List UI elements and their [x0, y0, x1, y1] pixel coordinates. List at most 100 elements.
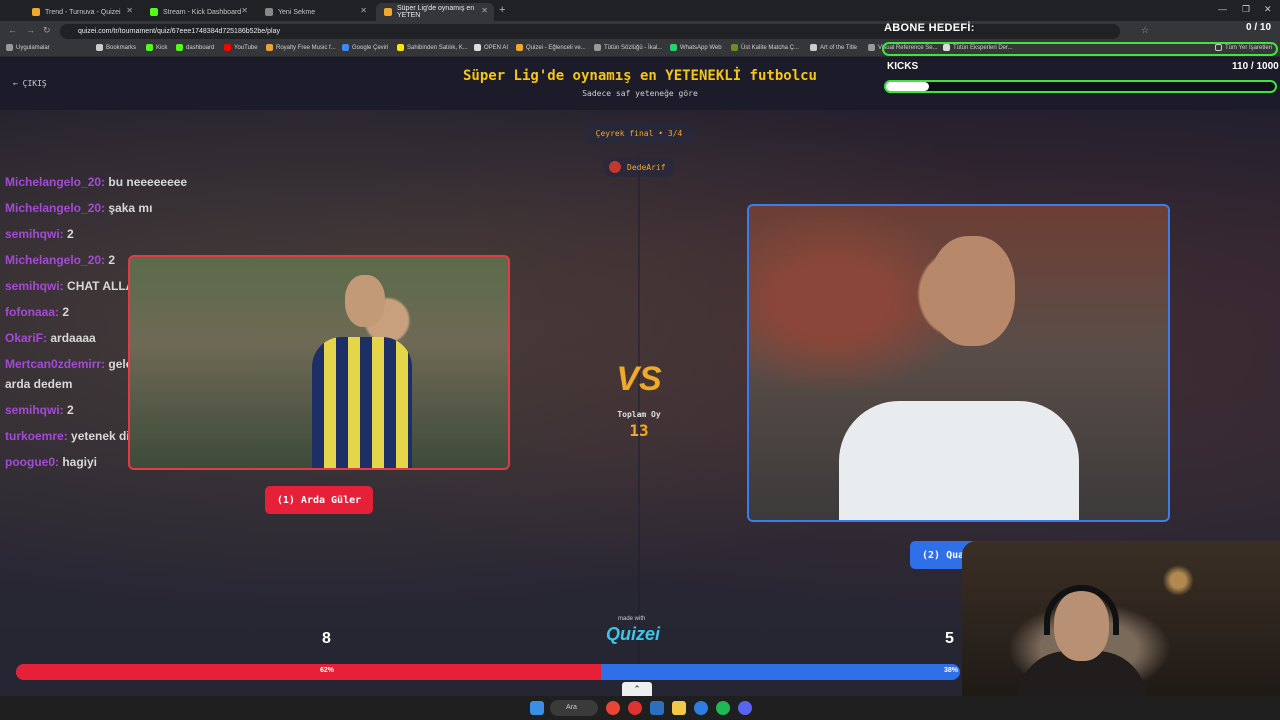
bookmark-whatsapp[interactable]: WhatsApp Web	[670, 44, 722, 51]
site-icon	[868, 44, 875, 51]
chat-text: 2	[67, 227, 74, 241]
chat-message: Michelangelo_20: 2	[5, 253, 115, 267]
quizei-icon	[384, 8, 392, 16]
kick-icon	[146, 44, 153, 51]
chat-message: semihqwi: 2	[5, 227, 74, 241]
tab-kick-dashboard[interactable]: Stream - Kick Dashboard ✕	[142, 3, 254, 21]
youtube-icon	[224, 44, 231, 51]
bookmark-dashboard[interactable]: dashboard	[176, 44, 214, 51]
user-name: DedeArif	[627, 162, 666, 172]
back-icon[interactable]: ←	[8, 25, 17, 35]
translate-icon	[342, 44, 349, 51]
kicks-progress-bar	[884, 80, 1277, 93]
chat-username: Michelangelo_20:	[5, 175, 106, 189]
bookmark-bookmarks[interactable]: Bookmarks	[96, 44, 136, 51]
bookmark-quizei[interactable]: Quizei - Eğlenceli ve...	[516, 44, 586, 51]
app-icon[interactable]	[694, 701, 708, 715]
app-icon[interactable]	[628, 701, 642, 715]
bookmark-translate[interactable]: Google Çeviri	[342, 44, 388, 51]
user-badge: DedeArif	[603, 157, 675, 177]
bookmark-tutun[interactable]: Tütün Sözlüğü - İkal...	[594, 44, 662, 51]
bookmark-matcha[interactable]: Üst Kalite Matcha Ç...	[731, 44, 799, 51]
total-votes-value: 13	[629, 421, 649, 440]
site-icon	[810, 44, 817, 51]
windows-start-icon[interactable]	[530, 701, 544, 715]
chat-text: arda dedem	[5, 377, 73, 391]
chat-message: OkariF: ardaaaa	[5, 331, 96, 345]
chevron-up-icon[interactable]: ⌃	[622, 682, 652, 696]
bookmark-art-of-title[interactable]: Art of the Title	[810, 44, 857, 51]
player-head	[929, 236, 1015, 346]
close-icon[interactable]: ✕	[126, 6, 133, 15]
chat-username: Michelangelo_20:	[5, 253, 106, 267]
chrome-icon[interactable]	[606, 701, 620, 715]
avatar	[609, 161, 621, 173]
option-card-right[interactable]	[747, 204, 1170, 522]
right-percent: 38%	[944, 667, 959, 674]
kicks-progress-fill	[886, 82, 929, 91]
vote-bar: 62% 38%	[16, 664, 960, 680]
kicks-count: 110 / 1000	[1232, 61, 1279, 72]
chat-message: poogue0: hagiyi	[5, 455, 97, 469]
close-icon[interactable]: ✕	[360, 6, 367, 15]
chat-text: hagiyi	[62, 455, 98, 469]
bookmark-sahibinden[interactable]: Sahibinden Satılık, K...	[397, 44, 468, 51]
apps-icon	[6, 44, 13, 51]
chat-text: 2	[67, 403, 74, 417]
chat-text: bu neeeeeeee	[108, 175, 188, 189]
goal-title: ABONE HEDEFİ:	[884, 22, 975, 34]
minimize-icon[interactable]: —	[1218, 4, 1227, 14]
spotify-icon[interactable]	[716, 701, 730, 715]
option-card-left[interactable]	[128, 255, 510, 470]
reload-icon[interactable]: ↻	[43, 25, 51, 36]
close-window-icon[interactable]: ✕	[1264, 4, 1272, 15]
chat-username: Michelangelo_20:	[5, 201, 106, 215]
bookmark-openai[interactable]: OPEN AI	[474, 44, 508, 51]
kick-icon	[150, 8, 158, 16]
new-tab-icon[interactable]: +	[499, 4, 505, 16]
exit-button[interactable]: ← ÇIKIŞ	[13, 79, 47, 88]
site-icon	[594, 44, 601, 51]
vs-icon: VS	[616, 360, 662, 398]
chat-message: arda dedem	[5, 377, 72, 391]
bookmark-youtube[interactable]: YouTube	[224, 44, 258, 51]
tab-new[interactable]: Yeni Sekme ✕	[257, 3, 373, 21]
right-score: 5	[945, 630, 954, 647]
bookmark-apps[interactable]: Uygulamalar	[6, 44, 50, 51]
tab-quizei-trend[interactable]: Trend - Turnuva - Quizei ✕	[24, 3, 139, 21]
tab-quiz-active[interactable]: Süper Lig'de oynamış en YETEN ✕	[376, 3, 494, 21]
close-icon[interactable]: ✕	[481, 6, 488, 15]
forward-icon[interactable]: →	[26, 25, 35, 35]
folder-icon[interactable]	[672, 701, 686, 715]
openai-icon	[474, 44, 481, 51]
chat-text: 2	[108, 253, 116, 267]
player-jersey	[839, 401, 1079, 520]
chat-text: 2	[62, 305, 70, 319]
chat-username: semihqwi:	[5, 227, 64, 241]
bookmark-music[interactable]: Royalty Free Music f...	[266, 44, 336, 51]
maximize-icon[interactable]: ❐	[1242, 4, 1250, 15]
chrome-icon	[265, 8, 273, 16]
app-icon[interactable]	[650, 701, 664, 715]
total-votes-label: Toplam Oy	[617, 410, 661, 419]
bookmark-kick[interactable]: Kick	[146, 44, 167, 51]
quiz-title: Süper Lig'de oynamış en YETENEKLİ futbol…	[462, 68, 817, 84]
goal-count: 0 / 10	[1246, 22, 1272, 33]
headphones-icon	[1044, 585, 1119, 635]
kicks-label: KICKS	[887, 61, 919, 72]
chat-message: semihqwi: 2	[5, 403, 74, 417]
made-with-label: made with	[618, 616, 646, 622]
vote-bar-left	[16, 664, 602, 680]
chat-username: poogue0:	[5, 455, 59, 469]
discord-icon[interactable]	[738, 701, 752, 715]
quizei-icon	[516, 44, 523, 51]
goal-bar	[882, 42, 1278, 56]
taskbar-search[interactable]: Ara	[550, 700, 598, 716]
vote-left-button[interactable]: (1) Arda Güler	[265, 486, 373, 514]
chat-username: turkoemre:	[5, 429, 68, 443]
address-bar: ← → ↻ quizei.com/tr/tournament/quiz/67ee…	[0, 21, 1280, 42]
music-icon	[266, 44, 273, 51]
star-icon[interactable]: ☆	[1141, 25, 1149, 36]
close-icon[interactable]: ✕	[241, 6, 248, 15]
quizei-icon	[32, 8, 40, 16]
